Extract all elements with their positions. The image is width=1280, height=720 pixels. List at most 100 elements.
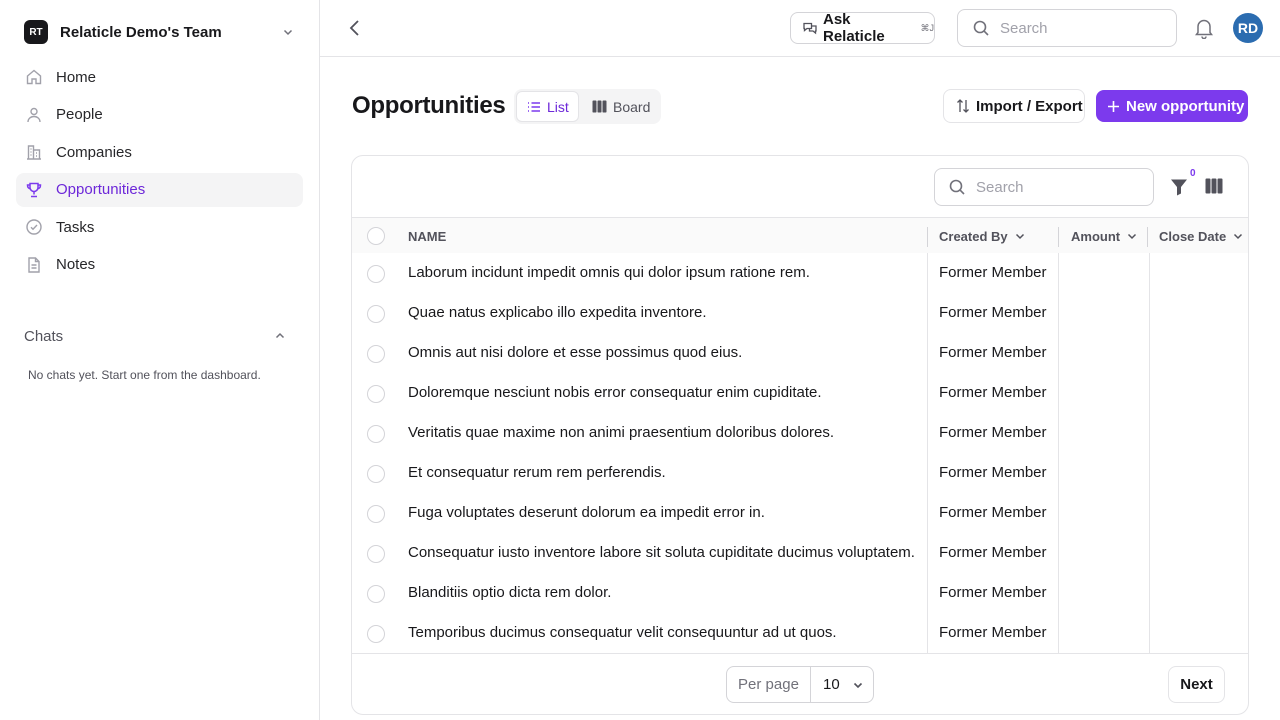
- opportunity-name[interactable]: Fuga voluptates deserunt dolorum ea impe…: [408, 493, 765, 533]
- created-by-cell: Former Member: [939, 504, 1047, 521]
- list-view-button[interactable]: List: [516, 91, 579, 122]
- chevron-up-icon: [274, 330, 286, 342]
- opportunity-name[interactable]: Temporibus ducimus consequatur velit con…: [408, 613, 837, 653]
- column-divider[interactable]: [927, 227, 928, 247]
- table-row[interactable]: Blanditiis optio dicta rem dolor. Former …: [352, 573, 1248, 613]
- shortcut-hint: ⌘J: [920, 22, 935, 33]
- view-toggle: List Board: [514, 89, 661, 124]
- column-divider[interactable]: [1147, 227, 1148, 247]
- chevron-down-icon: [282, 26, 294, 38]
- row-checkbox[interactable]: [367, 625, 385, 643]
- table-header: NAME Created By Amount Close Date: [352, 217, 1248, 254]
- row-checkbox[interactable]: [367, 305, 385, 323]
- sidebar-item-label: People: [56, 106, 103, 124]
- table-body: Laborum incidunt impedit omnis qui dolor…: [352, 253, 1248, 653]
- row-checkbox[interactable]: [367, 265, 385, 283]
- table-row[interactable]: Omnis aut nisi dolore et esse possimus q…: [352, 333, 1248, 373]
- sidebar-item-notes[interactable]: Notes: [16, 248, 303, 282]
- arrows-up-down-icon: [956, 98, 970, 114]
- table-row[interactable]: Quae natus explicabo illo expedita inven…: [352, 293, 1248, 333]
- per-page-select[interactable]: Per page 10: [726, 666, 874, 703]
- search-icon: [948, 178, 966, 196]
- sidebar-item-label: Home: [56, 68, 97, 86]
- bell-icon[interactable]: [1194, 17, 1214, 39]
- row-checkbox[interactable]: [367, 465, 385, 483]
- person-icon: [24, 105, 44, 125]
- sidebar-item-people[interactable]: People: [16, 98, 303, 132]
- table-row[interactable]: Et consequatur rerum rem perferendis. For…: [352, 453, 1248, 493]
- collapse-sidebar-button[interactable]: [344, 16, 366, 40]
- opportunity-name[interactable]: Veritatis quae maxime non animi praesent…: [408, 413, 834, 453]
- row-checkbox[interactable]: [367, 345, 385, 363]
- row-checkbox[interactable]: [367, 545, 385, 563]
- sidebar-item-home[interactable]: Home: [16, 60, 303, 94]
- opportunity-name[interactable]: Et consequatur rerum rem perferendis.: [408, 453, 666, 493]
- search-placeholder: Search: [1000, 19, 1048, 37]
- created-by-cell: Former Member: [939, 544, 1047, 561]
- table-search-input[interactable]: Search: [934, 168, 1154, 206]
- row-checkbox[interactable]: [367, 385, 385, 403]
- column-header-created-by[interactable]: Created By: [939, 218, 1026, 254]
- checkbox[interactable]: [367, 227, 385, 245]
- import-export-button[interactable]: Import / Export: [943, 89, 1085, 123]
- search-icon: [972, 19, 990, 37]
- trophy-icon: [24, 180, 44, 200]
- table-row[interactable]: Fuga voluptates deserunt dolorum ea impe…: [352, 493, 1248, 533]
- created-by-cell: Former Member: [939, 344, 1047, 361]
- select-all-checkbox[interactable]: [367, 218, 385, 254]
- sidebar-item-label: Tasks: [56, 218, 95, 236]
- ask-relaticle-button[interactable]: Ask Relaticle ⌘J: [790, 11, 935, 45]
- top-bar: Ask Relaticle ⌘J Search RD: [320, 0, 1280, 57]
- sidebar-item-companies[interactable]: Companies: [16, 135, 303, 169]
- opportunity-name[interactable]: Consequatur iusto inventore labore sit s…: [408, 533, 915, 573]
- user-avatar[interactable]: RD: [1233, 13, 1263, 43]
- column-header-label: Amount: [1071, 228, 1121, 244]
- opportunity-name[interactable]: Doloremque nesciunt nobis error consequa…: [408, 373, 822, 413]
- table-row[interactable]: Laborum incidunt impedit omnis qui dolor…: [352, 253, 1248, 293]
- team-switcher[interactable]: RT Relaticle Demo's Team: [24, 20, 296, 44]
- opportunity-name[interactable]: Blanditiis optio dicta rem dolor.: [408, 573, 611, 613]
- building-icon: [24, 142, 44, 162]
- column-header-label: Close Date: [1159, 228, 1227, 244]
- chats-title: Chats: [24, 327, 64, 345]
- row-checkbox[interactable]: [367, 585, 385, 603]
- new-opportunity-label: New opportunity: [1126, 97, 1245, 115]
- table-row[interactable]: Doloremque nesciunt nobis error consequa…: [352, 373, 1248, 413]
- document-icon: [24, 255, 44, 275]
- sidebar-item-label: Opportunities: [56, 181, 146, 199]
- row-checkbox[interactable]: [367, 425, 385, 443]
- next-page-button[interactable]: Next: [1168, 666, 1225, 703]
- chevron-down-icon: [1232, 230, 1244, 242]
- board-view-button[interactable]: Board: [582, 91, 658, 122]
- filter-icon[interactable]: [1170, 178, 1188, 196]
- opportunity-name[interactable]: Quae natus explicabo illo expedita inven…: [408, 293, 707, 333]
- table-row[interactable]: Veritatis quae maxime non animi praesent…: [352, 413, 1248, 453]
- search-placeholder: Search: [976, 178, 1024, 196]
- new-opportunity-button[interactable]: New opportunity: [1096, 90, 1248, 122]
- table-pagination: Per page 10 Next: [352, 653, 1248, 714]
- chats-section-toggle[interactable]: Chats: [24, 326, 286, 346]
- column-header-amount[interactable]: Amount: [1071, 218, 1138, 254]
- sidebar-item-label: Notes: [56, 256, 96, 274]
- sidebar-item-opportunities[interactable]: Opportunities: [16, 172, 303, 207]
- columns-icon[interactable]: [1205, 178, 1223, 194]
- chevron-down-icon: [1126, 230, 1138, 242]
- sidebar: RT Relaticle Demo's Team Home People Com…: [0, 0, 320, 720]
- column-header-name: NAME: [408, 228, 447, 244]
- opportunity-name[interactable]: Omnis aut nisi dolore et esse possimus q…: [408, 333, 742, 373]
- team-name: Relaticle Demo's Team: [60, 23, 222, 41]
- sidebar-nav: Home People Companies Opportunities Task…: [16, 60, 303, 286]
- column-header-close-date[interactable]: Close Date: [1159, 218, 1244, 254]
- opportunities-table-card: Search 0 NAME Created By Amount Close Da…: [351, 155, 1249, 715]
- table-row[interactable]: Consequatur iusto inventore labore sit s…: [352, 533, 1248, 573]
- table-row[interactable]: Temporibus ducimus consequatur velit con…: [352, 613, 1248, 653]
- global-search-input[interactable]: Search: [957, 9, 1177, 47]
- per-page-value: 10: [823, 676, 840, 693]
- row-checkbox[interactable]: [367, 505, 385, 523]
- sidebar-item-label: Companies: [56, 143, 132, 161]
- page-title: Opportunities: [352, 92, 506, 119]
- column-divider[interactable]: [1058, 227, 1059, 247]
- chats-empty-message: No chats yet. Start one from the dashboa…: [28, 368, 261, 382]
- opportunity-name[interactable]: Laborum incidunt impedit omnis qui dolor…: [408, 253, 810, 293]
- sidebar-item-tasks[interactable]: Tasks: [16, 210, 303, 244]
